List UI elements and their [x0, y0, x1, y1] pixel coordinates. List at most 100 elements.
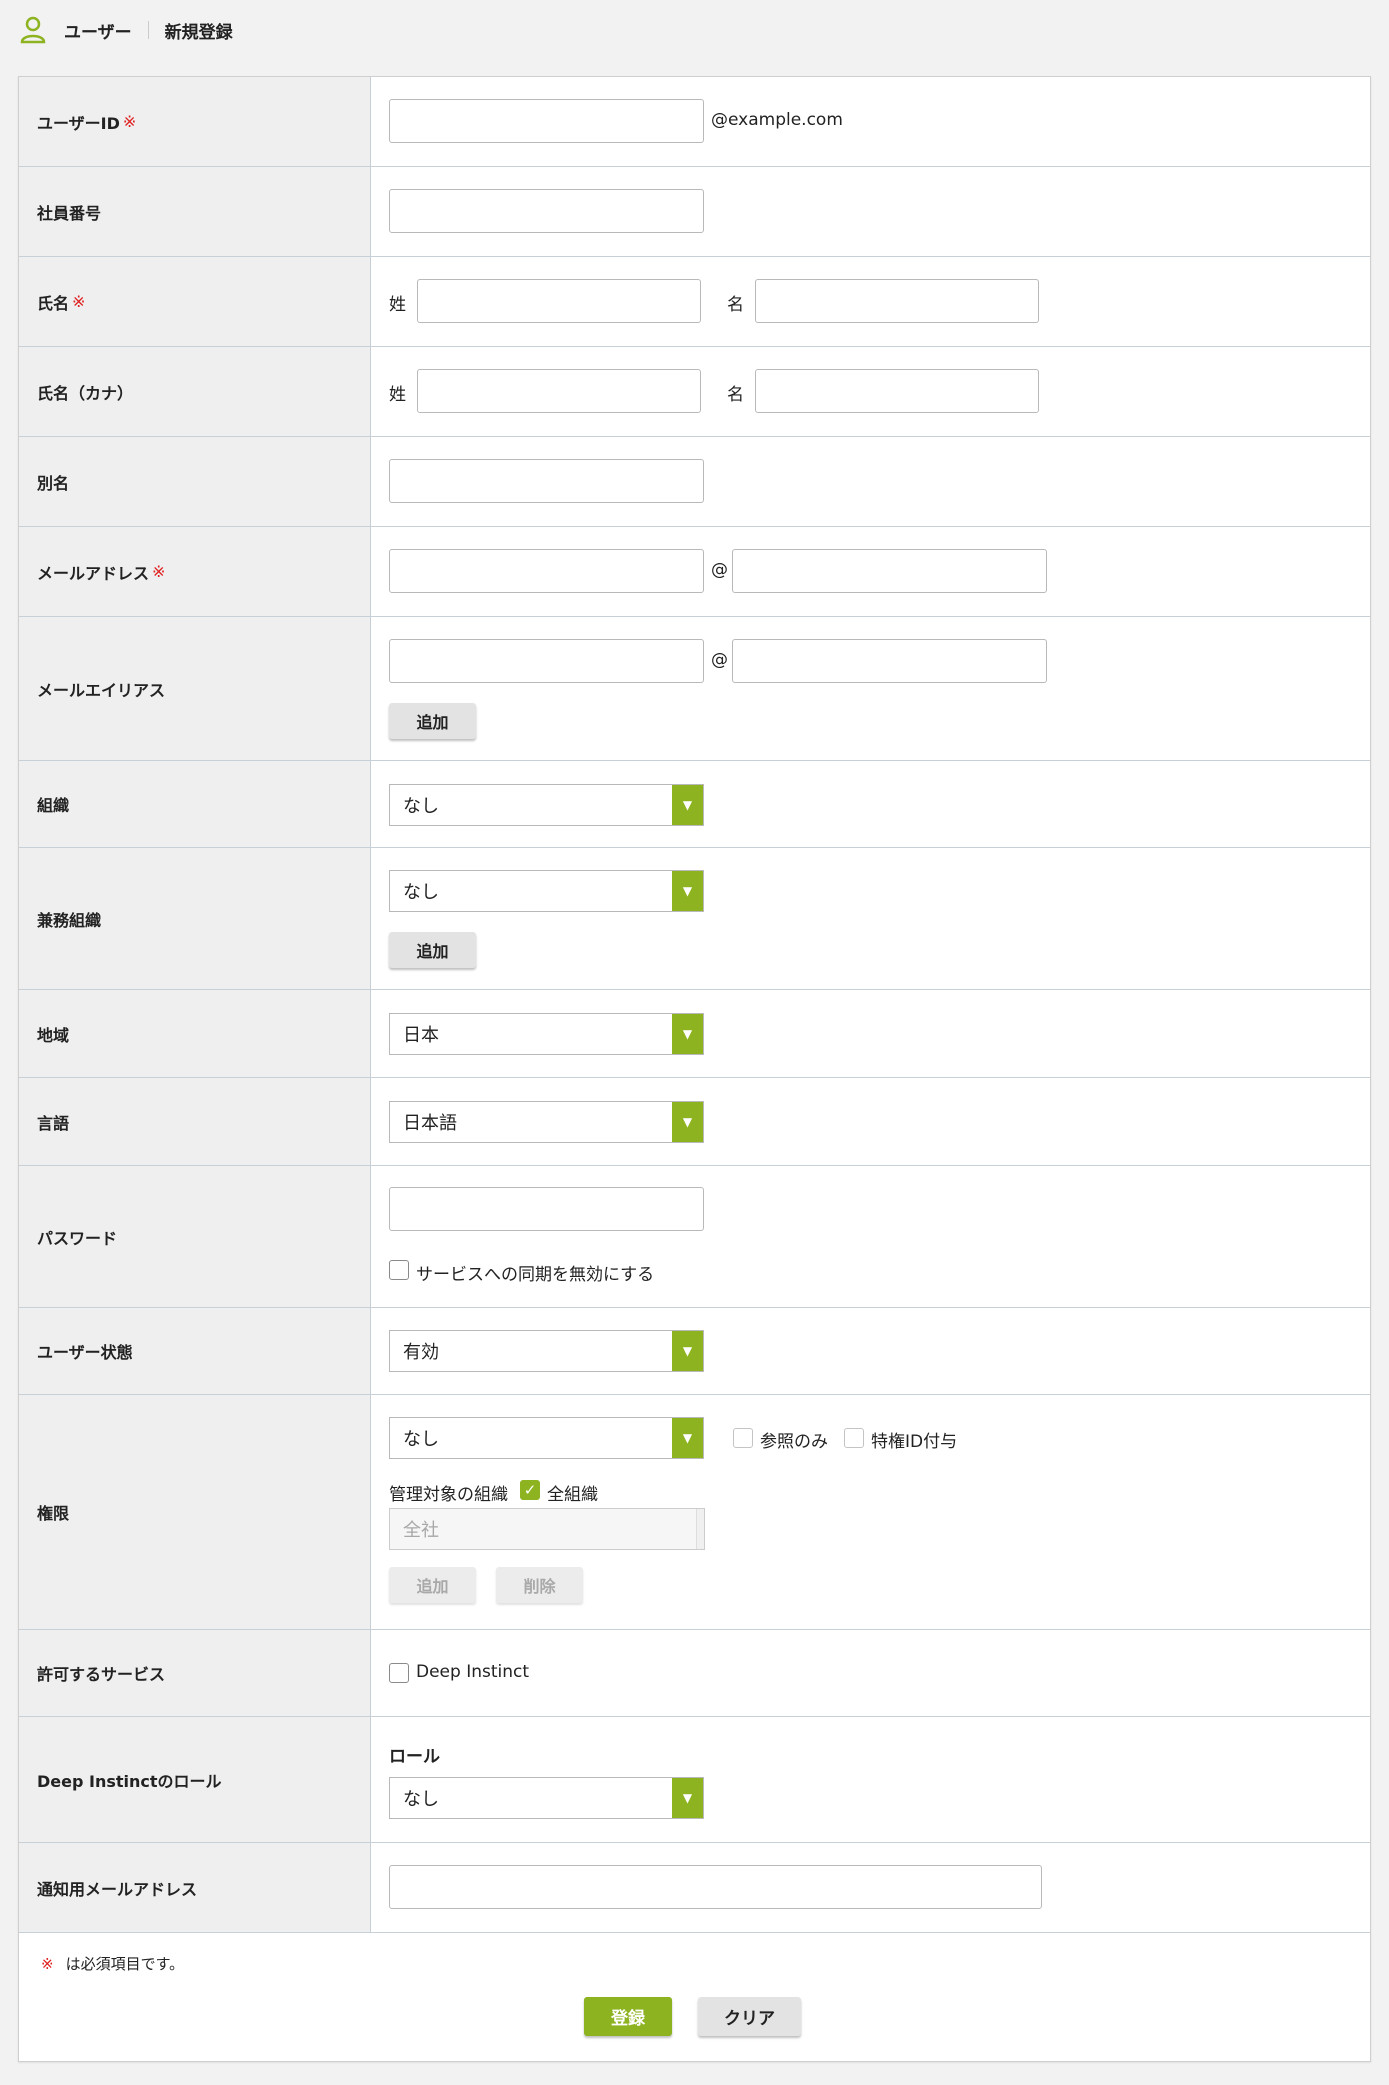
first-name-kana-label: 名 [727, 385, 744, 405]
row-password: パスワード サービスへの同期を無効にする [19, 1166, 1370, 1308]
sub-org-add-button[interactable]: 追加 [389, 932, 476, 968]
all-org-checkbox[interactable]: ✓ [520, 1480, 540, 1500]
breadcrumb-section[interactable]: ユーザー [64, 18, 132, 43]
dropdown-arrow-icon: ▼ [672, 1778, 703, 1818]
user-status-select[interactable]: 有効 ▼ [389, 1330, 704, 1372]
last-name-label: 姓 [389, 295, 406, 315]
email-label: メールアドレス [37, 563, 150, 583]
row-region: 地域 日本 ▼ [19, 990, 1370, 1078]
dropdown-arrow-icon: ▼ [672, 785, 703, 825]
row-user-id: ユーザーID ※ @example.com [19, 77, 1370, 167]
dropdown-arrow-icon: ▼ [672, 871, 703, 911]
password-input[interactable] [389, 1187, 704, 1231]
region-select-value: 日本 [403, 1025, 439, 1046]
row-email: メールアドレス ※ @ [19, 527, 1370, 617]
permission-select-value: なし [403, 1429, 439, 1450]
privileged-id-checkbox[interactable] [844, 1428, 864, 1448]
user-status-label: ユーザー状態 [37, 1343, 133, 1362]
permission-select[interactable]: なし ▼ [389, 1417, 704, 1459]
language-select[interactable]: 日本語 ▼ [389, 1101, 704, 1143]
last-name-kana-input[interactable] [417, 369, 701, 413]
privileged-id-label[interactable]: 特権ID付与 [871, 1427, 957, 1452]
permission-label: 権限 [37, 1504, 70, 1523]
breadcrumb-separator [147, 21, 149, 39]
required-mark: ※ [72, 292, 86, 311]
managed-org-add-button[interactable]: 追加 [389, 1567, 476, 1603]
notify-email-label: 通知用メールアドレス [37, 1879, 198, 1899]
org-select[interactable]: なし ▼ [389, 784, 704, 826]
password-label: パスワード [37, 1228, 118, 1248]
notify-email-input[interactable] [389, 1865, 1042, 1909]
sync-disable-checkbox[interactable] [389, 1260, 409, 1280]
last-name-kana-label: 姓 [389, 385, 406, 405]
sub-org-label: 兼務組織 [37, 910, 102, 930]
role-heading: ロール [389, 1747, 440, 1767]
row-user-status: ユーザー状態 有効 ▼ [19, 1308, 1370, 1395]
user-icon [20, 16, 46, 44]
dropdown-arrow-icon: ▼ [672, 1331, 703, 1371]
email-alias-domain-input[interactable] [732, 639, 1047, 683]
deep-role-select[interactable]: なし ▼ [389, 1777, 704, 1819]
last-name-input[interactable] [417, 279, 701, 323]
language-label: 言語 [37, 1113, 70, 1133]
dropdown-arrow-icon: ▼ [672, 1102, 703, 1142]
sub-org-select-value: なし [403, 882, 439, 903]
org-label: 組織 [37, 796, 70, 815]
row-label: ユーザーID ※ [19, 77, 371, 166]
org-select-value: なし [403, 796, 439, 817]
alias-label: 別名 [37, 473, 70, 493]
email-at-sign: @ [711, 560, 728, 580]
email-alias-add-button[interactable]: 追加 [389, 703, 476, 739]
user-id-label: ユーザーID [37, 113, 120, 133]
required-mark: ※ [152, 562, 166, 581]
first-name-input[interactable] [755, 279, 1039, 323]
language-select-value: 日本語 [403, 1113, 457, 1134]
email-domain-input[interactable] [732, 549, 1047, 593]
user-id-input[interactable] [389, 99, 704, 143]
required-mark: ※ [122, 112, 137, 131]
row-sub-org: 兼務組織 なし ▼ 追加 [19, 848, 1370, 990]
row-org: 組織 なし ▼ [19, 761, 1370, 848]
clear-button[interactable]: クリア [698, 1997, 801, 2036]
readonly-label[interactable]: 参照のみ [760, 1427, 828, 1452]
row-deep-instinct-role: Deep Instinctのロール ロール なし ▼ [19, 1717, 1370, 1843]
deep-role-select-value: なし [403, 1789, 439, 1810]
user-register-form: ユーザーID ※ @example.com 社員番号 氏名 ※ 姓 名 氏名（カ… [18, 76, 1371, 2062]
name-label: 氏名 [37, 293, 70, 313]
required-note-text: は必須項目です。 [65, 1955, 185, 1973]
managed-org-label: 管理対象の組織 [389, 1485, 508, 1505]
region-select[interactable]: 日本 ▼ [389, 1013, 704, 1055]
managed-org-select: 全社 [389, 1508, 705, 1550]
alias-input[interactable] [389, 459, 704, 503]
first-name-kana-input[interactable] [755, 369, 1039, 413]
register-button[interactable]: 登録 [584, 1997, 672, 2036]
dropdown-arrow-icon: ▼ [672, 1014, 703, 1054]
email-alias-local-input[interactable] [389, 639, 704, 683]
managed-org-delete-button[interactable]: 削除 [496, 1567, 583, 1603]
row-employee-no: 社員番号 [19, 167, 1370, 257]
user-id-domain-suffix: @example.com [711, 110, 843, 130]
employee-no-input[interactable] [389, 189, 704, 233]
employee-no-label: 社員番号 [37, 203, 102, 223]
scrollbar-stub [696, 1509, 704, 1549]
email-local-input[interactable] [389, 549, 704, 593]
row-permission: 権限 なし ▼ 参照のみ 特権ID付与 管理対象の組織 ✓ 全組織 全社 追加 … [19, 1395, 1370, 1630]
deep-instinct-checkbox[interactable] [389, 1663, 409, 1683]
all-org-label[interactable]: 全組織 [547, 1480, 598, 1505]
email-alias-at-sign: @ [711, 650, 728, 670]
sync-disable-label[interactable]: サービスへの同期を無効にする [416, 1260, 654, 1285]
dropdown-arrow-icon: ▼ [672, 1418, 703, 1458]
row-email-alias: メールエイリアス @ 追加 [19, 617, 1370, 761]
row-name: 氏名 ※ 姓 名 [19, 257, 1370, 347]
row-language: 言語 日本語 ▼ [19, 1078, 1370, 1166]
deep-instinct-label[interactable]: Deep Instinct [416, 1662, 529, 1682]
required-mark: ※ [41, 1955, 54, 1973]
row-allowed-services: 許可するサービス Deep Instinct [19, 1630, 1370, 1717]
row-name-kana: 氏名（カナ） 姓 名 [19, 347, 1370, 437]
email-alias-label: メールエイリアス [37, 680, 166, 700]
first-name-label: 名 [727, 295, 744, 315]
sub-org-select[interactable]: なし ▼ [389, 870, 704, 912]
deep-role-label: Deep Instinctのロール [37, 1771, 222, 1791]
allowed-services-label: 許可するサービス [37, 1665, 166, 1684]
readonly-checkbox[interactable] [733, 1428, 753, 1448]
